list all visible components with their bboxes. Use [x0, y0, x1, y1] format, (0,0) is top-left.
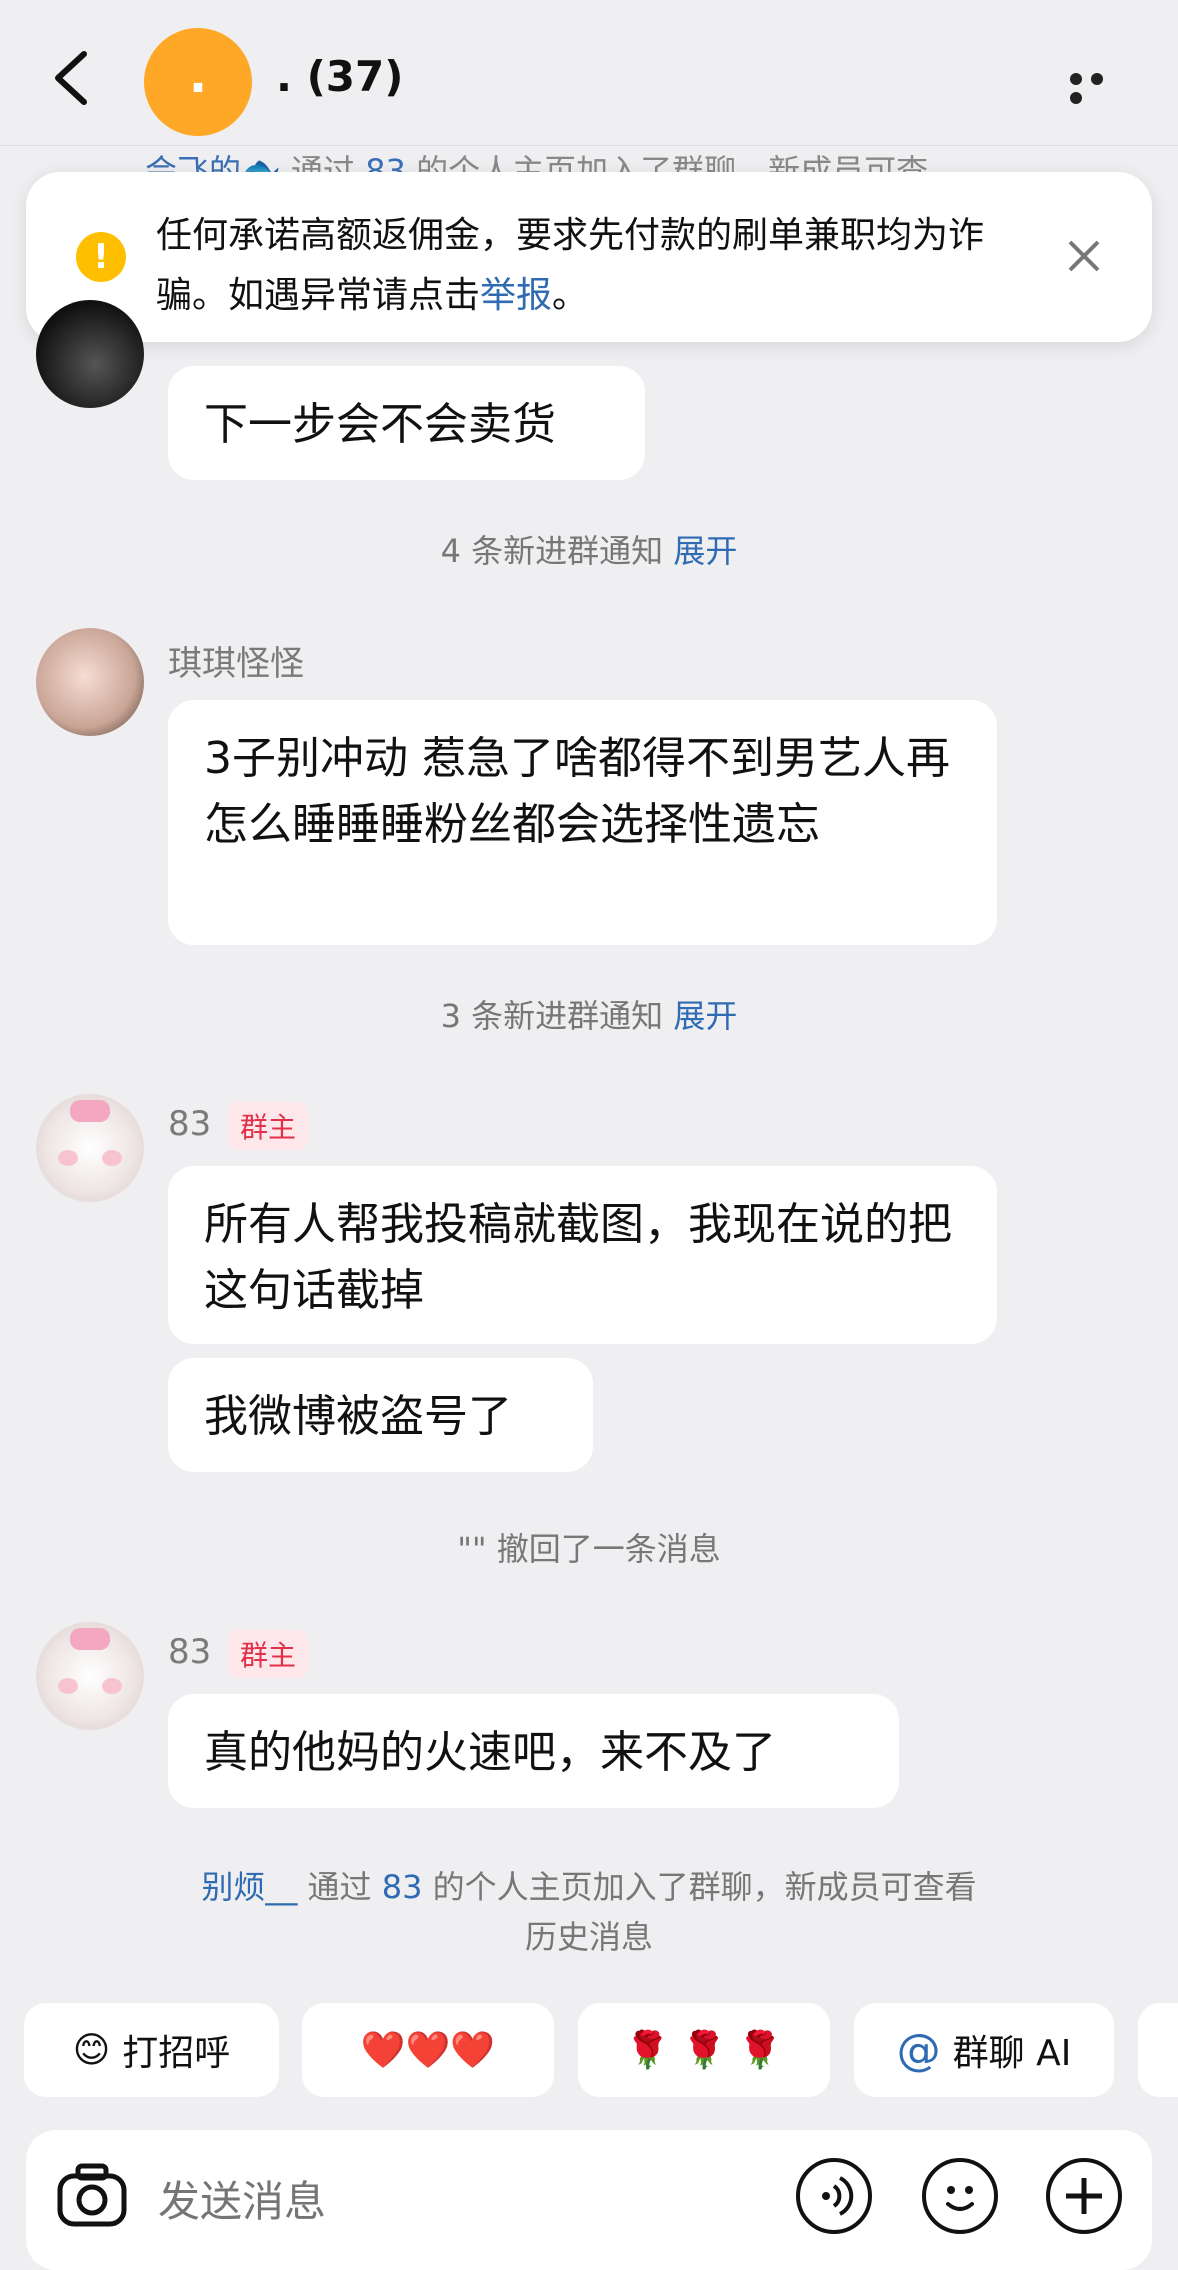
join-notice: 别烦__ 通过 83 的个人主页加入了群聊，新成员可查看 历史消息 [201, 1868, 977, 1956]
group-title[interactable]: . (37) [276, 52, 403, 101]
owner-badge: 群主 [228, 1630, 309, 1678]
plus-icon[interactable] [1046, 2158, 1122, 2234]
message-bubble[interactable]: 所有人帮我投稿就截图，我现在说的把这句话截掉 [168, 1166, 997, 1344]
expand-link[interactable]: 展开 [673, 532, 737, 570]
report-link[interactable]: 举报 [480, 275, 552, 316]
message-bubble[interactable]: 真的他妈的火速吧，来不及了 [168, 1694, 899, 1808]
warning-icon: ! [76, 232, 126, 282]
chip-more[interactable] [1138, 2003, 1178, 2097]
message-bubble[interactable]: 我微博被盗号了 [168, 1358, 593, 1472]
message-bubble[interactable]: 3子别冲动 惹急了啥都得不到男艺人再怎么睡睡睡粉丝都会选择性遗忘 [168, 700, 997, 945]
chip-hearts[interactable]: ❤️❤️❤️ [302, 2003, 554, 2097]
close-icon[interactable] [1064, 236, 1104, 276]
expand-link[interactable]: 展开 [673, 997, 737, 1035]
sender-name: 琪琪怪怪 [168, 644, 304, 684]
new-member-notice: 3 条新进群通知 展开 [440, 997, 738, 1035]
sender-name: 83 [168, 1632, 212, 1672]
banner-text: 任何承诺高额返佣金，要求先付款的刷单兼职均为诈骗。如遇异常请点击举报。 [156, 215, 985, 316]
greeting-emoji-icon: 😊 [72, 2029, 111, 2071]
emoji-icon[interactable] [922, 2158, 998, 2234]
new-member-notice: 4 条新进群通知 展开 [440, 532, 738, 570]
more-horizontal-icon[interactable] [1070, 70, 1130, 104]
member-name[interactable]: 别烦__ [201, 1868, 297, 1906]
owner-name[interactable]: 83 [382, 1868, 423, 1906]
chip-group-ai[interactable]: @ 群聊 AI [854, 2003, 1114, 2097]
avatar[interactable] [36, 1622, 144, 1730]
recall-notice: "" 撤回了一条消息 [457, 1530, 721, 1568]
message-bubble[interactable]: 下一步会不会卖货 [168, 366, 645, 480]
avatar[interactable] [36, 1094, 144, 1202]
sender-name: 83 [168, 1104, 212, 1144]
chip-roses[interactable]: 🌹 🌹 🌹 [578, 2003, 830, 2097]
group-avatar[interactable]: . [144, 28, 252, 136]
chevron-left-icon[interactable] [48, 48, 98, 108]
camera-icon[interactable] [54, 2158, 130, 2234]
hearts-icon: ❤️❤️❤️ [360, 2030, 496, 2071]
chip-greeting[interactable]: 😊 打招呼 [24, 2003, 279, 2097]
at-icon: @ [896, 2024, 941, 2076]
avatar[interactable] [36, 300, 144, 408]
owner-badge: 群主 [228, 1102, 309, 1150]
voice-icon[interactable] [796, 2158, 872, 2234]
roses-icon: 🌹 🌹 🌹 [625, 2030, 783, 2071]
avatar[interactable] [36, 628, 144, 736]
message-input[interactable] [156, 2170, 720, 2232]
